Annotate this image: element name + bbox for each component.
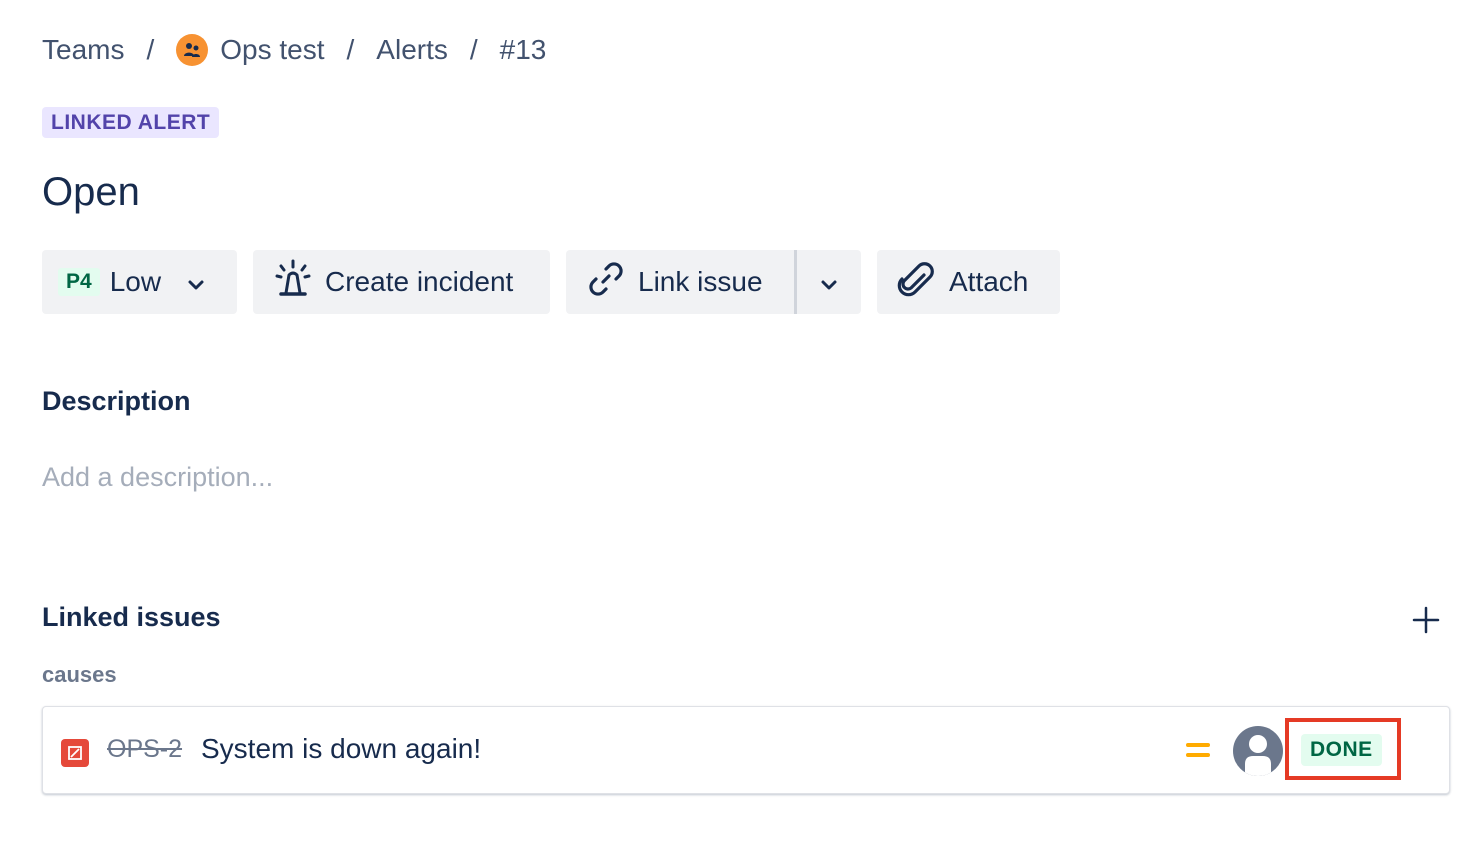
priority-dropdown-button[interactable]: P4 Low bbox=[42, 250, 237, 314]
breadcrumb-alert-id[interactable]: #13 bbox=[500, 34, 547, 66]
link-issue-options-button[interactable] bbox=[797, 250, 861, 314]
chevron-down-icon bbox=[820, 266, 838, 298]
attach-label: Attach bbox=[949, 266, 1029, 297]
linked-issue-row[interactable]: OPS-2 System is down again! DONE bbox=[42, 706, 1450, 794]
issue-summary: System is down again! bbox=[201, 733, 482, 764]
breadcrumb-separator: / bbox=[146, 34, 155, 65]
issue-key-link[interactable]: OPS-2 bbox=[107, 735, 182, 764]
breadcrumb-team-label: Ops test bbox=[220, 34, 325, 65]
create-incident-button[interactable]: Create incident bbox=[253, 250, 550, 314]
paperclip-icon bbox=[897, 259, 949, 306]
breadcrumb-team[interactable]: Ops test bbox=[176, 34, 325, 66]
alert-type-lozenge: LINKED ALERT bbox=[42, 107, 220, 138]
breadcrumb: Teams / Ops test / Alerts / #13 bbox=[42, 30, 546, 70]
linked-issues-heading: Linked issues bbox=[42, 602, 221, 632]
status-badge[interactable]: DONE bbox=[1301, 734, 1382, 766]
link-issue-label: Link issue bbox=[638, 266, 763, 297]
link-type-label: causes bbox=[42, 662, 117, 687]
team-avatar-icon bbox=[176, 34, 209, 66]
link-icon bbox=[586, 259, 638, 306]
link-issue-button[interactable]: Link issue bbox=[566, 250, 794, 314]
bug-icon bbox=[61, 739, 89, 767]
alert-status-title: Open bbox=[42, 170, 140, 214]
priority-label: Low bbox=[109, 266, 162, 297]
breadcrumb-separator: / bbox=[346, 34, 355, 65]
chevron-down-icon bbox=[187, 266, 205, 298]
description-heading: Description bbox=[42, 386, 191, 416]
add-linked-issue-button[interactable] bbox=[1410, 604, 1442, 636]
alert-toolbar: P4 Low Create incident Link issue Attach bbox=[42, 250, 1060, 314]
description-editor[interactable]: Add a description... bbox=[42, 462, 273, 493]
breadcrumb-separator: / bbox=[469, 34, 478, 65]
plus-icon bbox=[1410, 606, 1442, 640]
breadcrumb-alerts[interactable]: Alerts bbox=[376, 34, 448, 66]
breadcrumb-teams[interactable]: Teams bbox=[42, 34, 124, 66]
priority-medium-icon bbox=[1185, 740, 1211, 760]
priority-code-badge: P4 bbox=[58, 268, 100, 296]
siren-icon bbox=[275, 259, 325, 306]
create-incident-label: Create incident bbox=[325, 266, 514, 297]
link-issue-split-button: Link issue bbox=[566, 250, 861, 314]
attach-button[interactable]: Attach bbox=[877, 250, 1060, 314]
unassigned-avatar-icon[interactable] bbox=[1233, 726, 1283, 776]
